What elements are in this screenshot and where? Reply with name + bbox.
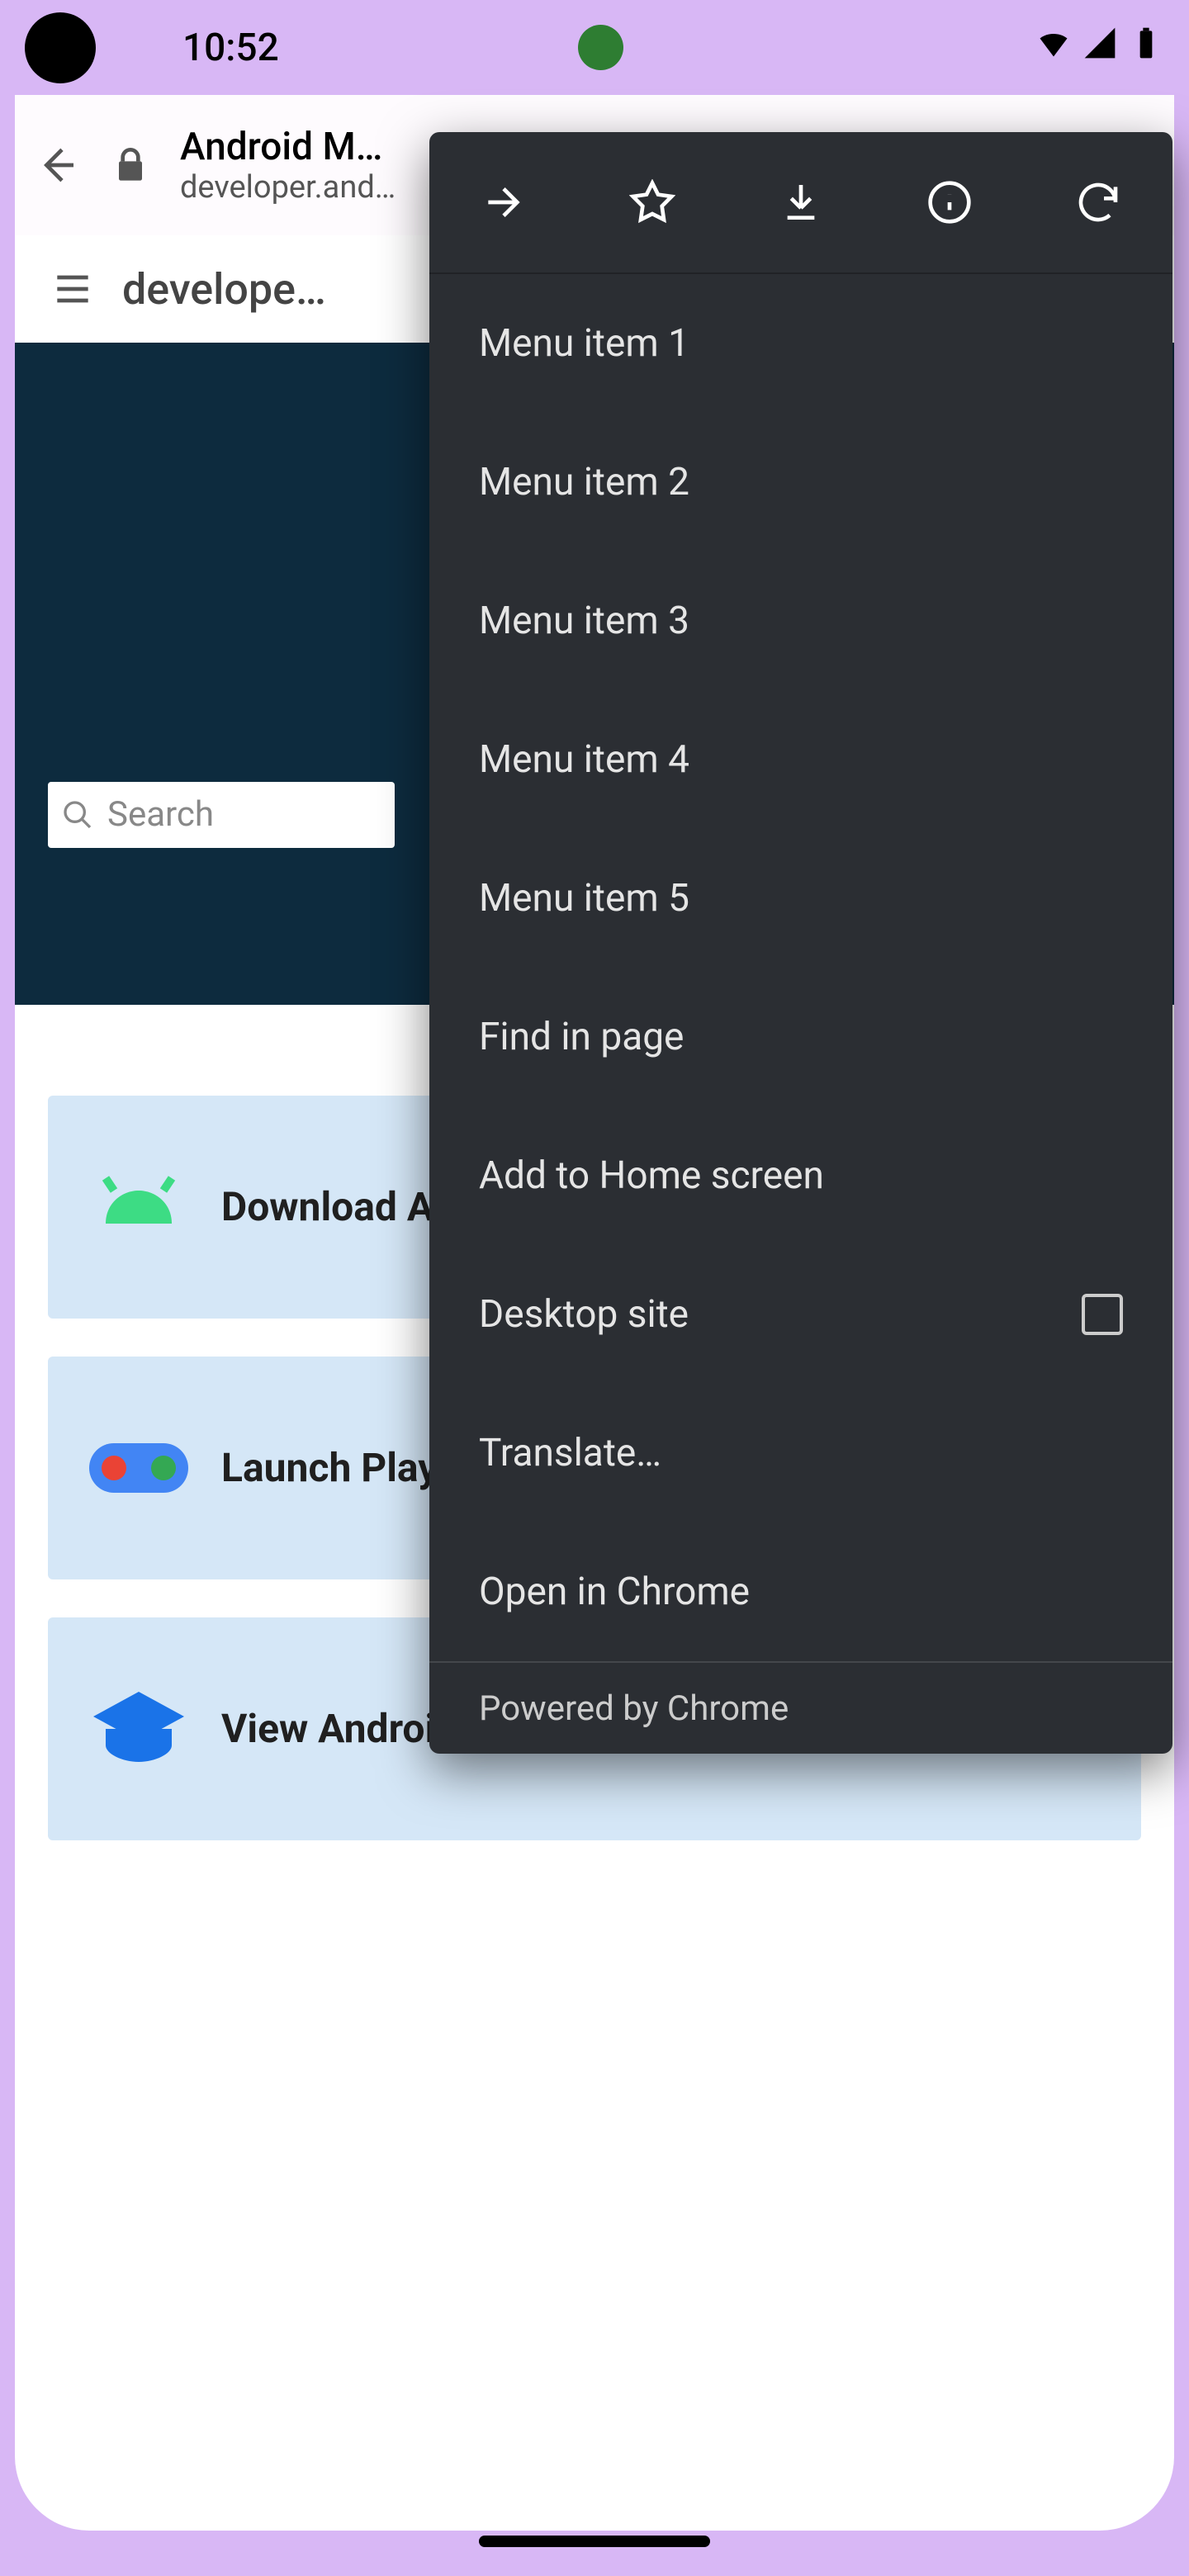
menu-item[interactable]: Menu item 1 [429, 274, 1172, 413]
menu-item[interactable]: Menu item 4 [429, 690, 1172, 829]
status-bar: 10:52 [0, 0, 1189, 95]
android-icon [89, 1158, 188, 1257]
menu-item[interactable]: Menu item 2 [429, 413, 1172, 552]
forward-icon[interactable] [479, 178, 528, 227]
menu-icon[interactable] [48, 264, 97, 314]
bookmark-icon[interactable] [628, 178, 677, 227]
search-placeholder: Search [107, 794, 214, 835]
overflow-menu: Menu item 1 Menu item 2 Menu item 3 Menu… [429, 132, 1172, 1754]
search-icon [61, 798, 94, 831]
menu-item[interactable]: Menu item 3 [429, 552, 1172, 690]
menu-item[interactable]: Menu item 5 [429, 829, 1172, 968]
refresh-icon[interactable] [1073, 178, 1123, 227]
play-console-icon [89, 1418, 188, 1518]
camera-icon [578, 25, 623, 70]
menu-item-desktop-site[interactable]: Desktop site [429, 1245, 1172, 1384]
lock-icon [106, 140, 155, 190]
status-right [1035, 25, 1164, 61]
menu-item-find[interactable]: Find in page [429, 968, 1172, 1106]
menu-actions [429, 132, 1172, 274]
menu-item-add-home[interactable]: Add to Home screen [429, 1106, 1172, 1245]
site-title: develope… [122, 264, 326, 315]
menu-item-translate[interactable]: Translate… [429, 1384, 1172, 1522]
graduation-icon [89, 1679, 188, 1778]
search-input[interactable]: Search [48, 782, 395, 848]
battery-icon [1128, 25, 1164, 61]
menu-item-open-chrome[interactable]: Open in Chrome [429, 1522, 1172, 1661]
avatar [25, 12, 96, 83]
back-icon[interactable] [31, 140, 81, 190]
clock: 10:52 [182, 26, 279, 70]
signal-icon [1082, 25, 1118, 61]
checkbox-icon[interactable] [1082, 1294, 1123, 1335]
wifi-icon [1035, 25, 1072, 61]
info-icon[interactable] [925, 178, 974, 227]
download-icon[interactable] [776, 178, 826, 227]
menu-footer: Powered by Chrome [429, 1661, 1172, 1754]
